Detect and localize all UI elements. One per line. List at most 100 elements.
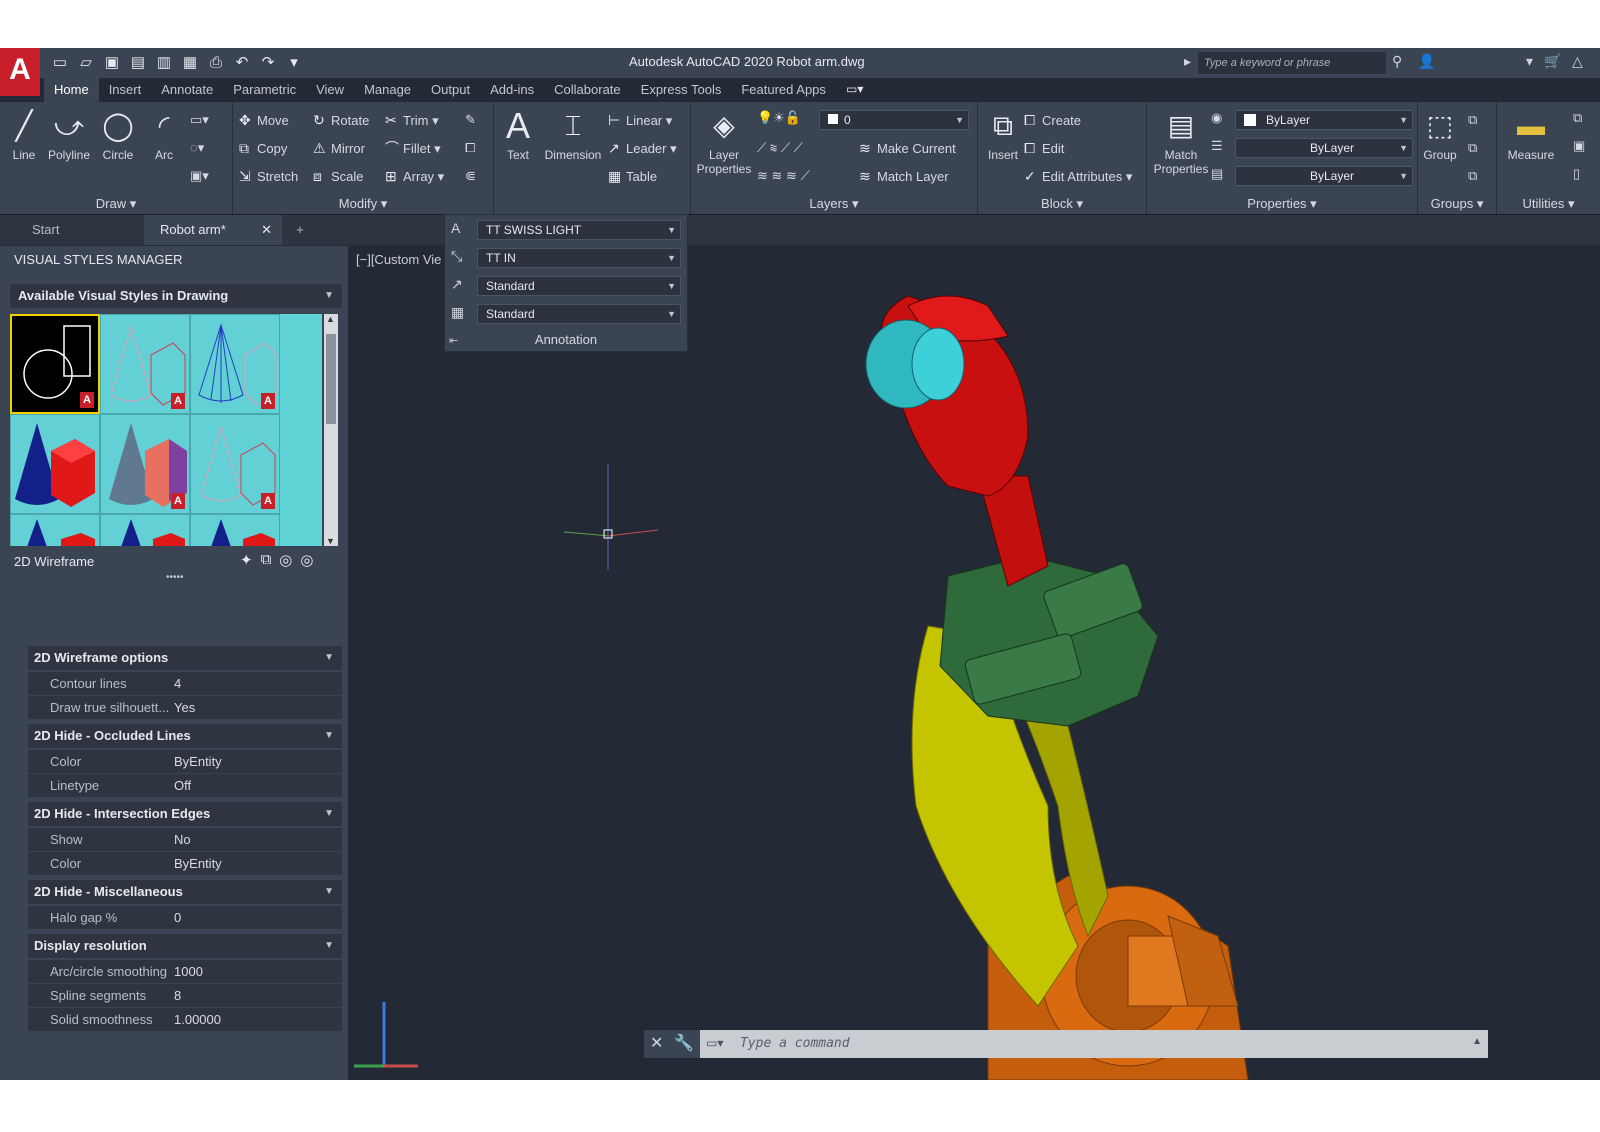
tab-manage[interactable]: Manage — [354, 78, 421, 102]
copy-button[interactable]: ⧉ Copy — [239, 138, 287, 159]
property-value[interactable]: ByEntity — [174, 852, 222, 875]
hatch-icon[interactable]: ▣▾ — [190, 166, 209, 186]
publish-icon[interactable]: ▥ — [154, 53, 174, 73]
group-tools-icon[interactable]: ⧉ — [1468, 110, 1477, 130]
thumb-conceptual-wire[interactable]: A — [100, 314, 190, 414]
chevron-down-icon[interactable]: ▼ — [324, 802, 334, 826]
tab-add-ins[interactable]: Add-ins — [480, 78, 544, 102]
insert-button[interactable]: ⧉ Insert — [980, 108, 1026, 162]
thumb-row3-3[interactable] — [190, 514, 280, 546]
property-value[interactable]: 4 — [174, 672, 181, 695]
tab-robot-arm[interactable]: Robot arm* ✕ — [144, 215, 282, 245]
ribbon-options-icon[interactable]: ▭▾ — [846, 82, 863, 96]
linetype-dropdown[interactable]: ByLayer ▼ — [1235, 138, 1413, 158]
block-panel-title[interactable]: Block ▾ — [978, 194, 1146, 214]
thumb-row3-2[interactable] — [100, 514, 190, 546]
erase-icon[interactable]: ✎ — [465, 110, 476, 130]
groups-panel-title[interactable]: Groups ▾ — [1418, 194, 1496, 214]
property-value[interactable]: 8 — [174, 984, 181, 1007]
save-icon[interactable]: ▣ — [102, 53, 122, 73]
chevron-down-icon[interactable]: ▼ — [324, 724, 334, 748]
text-button[interactable]: A Text — [498, 108, 538, 163]
undo-icon[interactable]: ↶ — [232, 53, 252, 73]
chevron-up-icon[interactable]: ▲ — [1472, 1036, 1482, 1047]
tab-express-tools[interactable]: Express Tools — [631, 78, 732, 102]
thumb-realistic[interactable] — [10, 414, 100, 514]
circle-button[interactable]: ◯ Circle — [96, 108, 140, 162]
drawing-viewport[interactable]: [−][Custom Vie — [348, 246, 1600, 1080]
section-header[interactable]: 2D Hide - Intersection Edges ▼ — [28, 802, 342, 826]
thumbnail-scrollbar[interactable]: ▲ ▼ — [324, 314, 338, 546]
layers-panel-title[interactable]: Layers ▾ — [691, 194, 977, 214]
ellipse-icon[interactable]: ◌▾ — [190, 138, 204, 158]
polyline-button[interactable]: ⤻ Polyline — [44, 108, 94, 162]
group-button[interactable]: ⬚ Group — [1420, 108, 1460, 162]
scroll-thumb[interactable] — [326, 334, 336, 424]
color-wheel-icon[interactable]: ◉ — [1211, 108, 1222, 128]
search-input[interactable]: Type a keyword or phrase — [1198, 52, 1386, 74]
properties-panel-title[interactable]: Properties ▾ — [1147, 194, 1417, 214]
available-styles-header[interactable]: Available Visual Styles in Drawing ▼ — [10, 284, 342, 308]
section-header[interactable]: 2D Wireframe options ▼ — [28, 646, 342, 670]
annotation-panel-title[interactable]: Annotation — [445, 329, 687, 351]
viewport-controls-label[interactable]: [−][Custom Vie — [356, 252, 441, 267]
binoculars-icon[interactable]: ⚲ — [1392, 53, 1402, 70]
layer-state-icons[interactable]: 💡☀🔓 — [757, 108, 801, 128]
table-style-dropdown[interactable]: Standard ▼ — [477, 304, 681, 324]
property-row[interactable]: Show No — [28, 828, 342, 852]
line-button[interactable]: ╱ Line — [6, 108, 42, 162]
group-edit-icon[interactable]: ⧉ — [1468, 138, 1477, 158]
text-style-dropdown[interactable]: TT SWISS LIGHT ▼ — [477, 220, 681, 240]
make-current-button[interactable]: ≋ Make Current — [859, 138, 956, 159]
thumb-sketchy[interactable]: A — [190, 414, 280, 514]
property-row[interactable]: Solid smoothness 1.00000 — [28, 1008, 342, 1032]
splitter-grip[interactable]: ••••• — [166, 572, 184, 583]
tab-insert[interactable]: Insert — [99, 78, 152, 102]
section-header[interactable]: 2D Hide - Miscellaneous ▼ — [28, 880, 342, 904]
property-row[interactable]: Color ByEntity — [28, 852, 342, 876]
chevron-down-icon[interactable]: ▼ — [324, 880, 334, 904]
lineweight-icon[interactable]: ☰ — [1211, 136, 1223, 156]
save-as-icon[interactable]: ▤ — [128, 53, 148, 73]
edit-block-button[interactable]: ⧠ Edit — [1024, 138, 1064, 159]
property-row[interactable]: Contour lines 4 — [28, 672, 342, 696]
leader-button[interactable]: ↗ Leader ▾ — [608, 138, 677, 159]
property-row[interactable]: Spline segments 8 — [28, 984, 342, 1008]
tab-view[interactable]: View — [306, 78, 354, 102]
apply-style-icon[interactable]: ⧉ — [261, 551, 272, 569]
layer-dropdown[interactable]: 0 ▼ — [819, 110, 969, 130]
section-header[interactable]: 2D Hide - Occluded Lines ▼ — [28, 724, 342, 748]
close-icon[interactable]: ✕ — [650, 1030, 663, 1058]
transparency-icon[interactable]: ▤ — [1211, 164, 1223, 184]
color-dropdown[interactable]: ByLayer ▼ — [1235, 110, 1413, 130]
tab-start[interactable]: Start — [4, 215, 142, 245]
group-select-icon[interactable]: ⧉ — [1468, 166, 1477, 186]
tab-output[interactable]: Output — [421, 78, 480, 102]
user-icon[interactable]: 👤 — [1418, 53, 1435, 70]
offset-icon[interactable]: ⋐ — [465, 166, 476, 186]
command-input[interactable]: Type a command — [740, 1030, 850, 1058]
edit-attributes-button[interactable]: ✓ Edit Attributes ▾ — [1024, 166, 1132, 187]
thumb-shaded[interactable]: A — [100, 414, 190, 514]
property-value[interactable]: Off — [174, 774, 191, 797]
rectangle-icon[interactable]: ▭▾ — [190, 110, 209, 130]
new-icon[interactable]: ▭ — [50, 53, 70, 73]
property-value[interactable]: ByEntity — [174, 750, 222, 773]
explode-icon[interactable]: ⧠ — [465, 138, 475, 158]
export-style-icon[interactable]: ◎ — [279, 551, 292, 569]
match-properties-button[interactable]: ▤ Match Properties — [1149, 108, 1213, 176]
tab-featured-apps[interactable]: Featured Apps — [731, 78, 836, 102]
create-style-icon[interactable]: ✦ — [240, 551, 253, 569]
delete-style-icon[interactable]: ◎ — [300, 551, 313, 569]
dim-style-dropdown[interactable]: TT IN ▼ — [477, 248, 681, 268]
property-row[interactable]: Color ByEntity — [28, 750, 342, 774]
linear-button[interactable]: ⊢ Linear ▾ — [608, 110, 672, 131]
mirror-button[interactable]: ⚠ Mirror — [313, 138, 365, 159]
property-row[interactable]: Halo gap % 0 — [28, 906, 342, 930]
chevron-down-icon[interactable]: ▾ — [1526, 53, 1533, 70]
thumb-hidden[interactable]: A — [190, 314, 280, 414]
utility-icon-1[interactable]: ⧉ — [1573, 108, 1582, 128]
print-icon[interactable]: ⎙ — [206, 53, 226, 73]
property-row[interactable]: Arc/circle smoothing 1000 — [28, 960, 342, 984]
calculator-icon[interactable]: ▯ — [1573, 164, 1580, 184]
